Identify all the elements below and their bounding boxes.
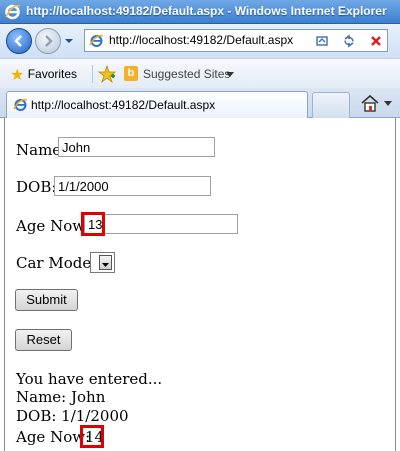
toolbar-separator — [92, 65, 93, 83]
submit-button[interactable]: Submit — [15, 289, 78, 311]
favorites-button[interactable]: ★ Favorites — [10, 65, 77, 85]
bing-icon: b — [124, 66, 138, 81]
compatibility-view-icon[interactable] — [315, 33, 329, 47]
add-to-favorites-icon[interactable] — [98, 65, 116, 83]
home-dropdown-icon[interactable] — [384, 101, 392, 107]
tab-bar: http://localhost:49182/Default.aspx — [0, 88, 400, 118]
dob-input[interactable]: 1/1/2000 — [54, 176, 211, 196]
suggested-sites-link[interactable]: Suggested Sites — [143, 67, 230, 81]
stop-icon[interactable] — [369, 33, 383, 47]
address-toolbar: http://localhost:49182/Default.aspx — [0, 24, 400, 58]
car-model-select[interactable] — [90, 252, 115, 273]
suggested-sites-dropdown-icon[interactable] — [226, 72, 234, 78]
name-input[interactable]: John — [58, 137, 215, 157]
result-heading: You have entered... — [16, 370, 163, 388]
back-button[interactable] — [6, 28, 32, 54]
dob-label: DOB: — [16, 178, 57, 196]
forward-arrow-icon — [45, 35, 53, 47]
result-age-highlight — [80, 425, 104, 448]
result-dob: DOB: 1/1/2000 — [16, 407, 129, 425]
refresh-icon[interactable] — [342, 33, 356, 48]
car-model-label: Car Model: — [16, 254, 102, 272]
ie-logo-icon — [5, 4, 21, 20]
result-name: Name: John — [16, 388, 106, 406]
title-bar: http://localhost:49182/Default.aspx - Wi… — [0, 0, 400, 24]
favorites-star-icon: ★ — [10, 67, 25, 84]
favorites-bar: ★ Favorites b Suggested Sites — [0, 58, 400, 88]
reset-button[interactable]: Reset — [15, 329, 72, 351]
tab-label: http://localhost:49182/Default.aspx — [31, 98, 216, 112]
address-tools — [307, 33, 383, 49]
new-tab-button[interactable] — [312, 92, 350, 118]
history-dropdown-icon[interactable] — [64, 37, 74, 45]
ie-page-icon — [89, 35, 104, 47]
url-text: http://localhost:49182/Default.aspx — [109, 33, 294, 47]
age-now-input[interactable]: 13 — [84, 214, 238, 234]
chevron-down-icon — [102, 263, 109, 267]
address-field[interactable]: http://localhost:49182/Default.aspx — [84, 29, 388, 52]
window-title: http://localhost:49182/Default.aspx - Wi… — [26, 4, 387, 18]
age-now-highlight — [81, 212, 105, 236]
forward-button[interactable] — [35, 28, 61, 54]
home-icon[interactable] — [360, 94, 380, 112]
tab-default-aspx[interactable]: http://localhost:49182/Default.aspx — [6, 91, 308, 118]
ie-page-icon — [13, 99, 28, 111]
age-now-label: Age Now: — [16, 217, 91, 235]
select-arrow — [99, 255, 112, 270]
back-arrow-icon — [14, 35, 22, 47]
page-content: Name: John DOB: 1/1/2000 Age Now: 13 Car… — [4, 118, 396, 451]
favorites-label: Favorites — [27, 67, 78, 82]
